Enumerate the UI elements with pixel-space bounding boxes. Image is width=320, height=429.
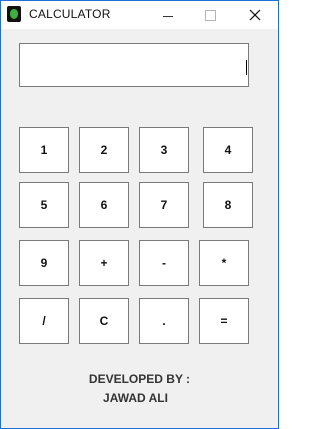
display-field[interactable] [19,43,249,87]
developer-name: JAWAD ALI [103,391,168,405]
close-button[interactable] [235,1,275,29]
key-6[interactable]: 6 [79,182,129,228]
title-bar[interactable]: CALCULATOR [1,1,278,29]
maximize-button[interactable] [190,1,230,29]
maximize-icon [204,9,216,21]
minimize-icon [163,15,173,17]
key-clear[interactable]: C [79,298,129,344]
key-8[interactable]: 8 [203,182,253,228]
calculator-window: CALCULATOR 1 2 3 4 5 6 7 8 9 + - * / C .… [0,0,279,429]
close-icon [249,9,261,21]
key-4[interactable]: 4 [203,127,253,173]
key-9[interactable]: 9 [19,240,69,286]
key-1[interactable]: 1 [19,127,69,173]
key-multiply[interactable]: * [199,240,249,286]
developer-credit-label: DEVELOPED BY : [88,372,191,386]
text-caret [246,60,247,75]
display-input[interactable] [20,44,248,86]
key-plus[interactable]: + [79,240,129,286]
key-decimal[interactable]: . [139,298,189,344]
minimize-button[interactable] [148,1,188,29]
key-minus[interactable]: - [139,240,189,286]
app-icon [7,6,21,22]
window-title: CALCULATOR [29,7,111,21]
key-equals[interactable]: = [199,298,249,344]
key-5[interactable]: 5 [19,182,69,228]
key-3[interactable]: 3 [139,127,189,173]
key-2[interactable]: 2 [79,127,129,173]
key-divide[interactable]: / [19,298,69,344]
key-7[interactable]: 7 [139,182,189,228]
